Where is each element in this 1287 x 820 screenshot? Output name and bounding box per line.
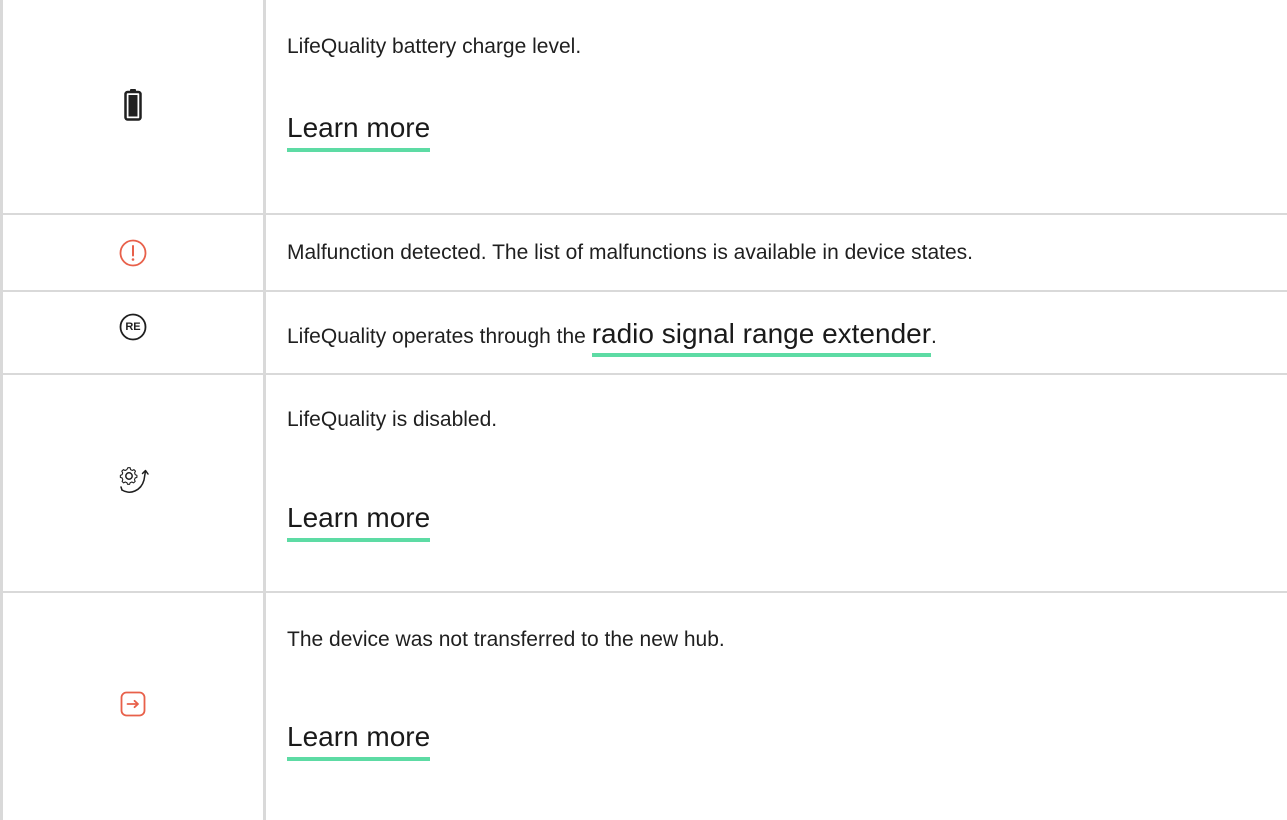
row-description: Malfunction detected. The list of malfun…: [287, 241, 973, 264]
row-description: LifeQuality is disabled.: [287, 408, 498, 431]
row-description: LifeQuality battery charge level.: [287, 35, 582, 58]
table-row: RE LifeQuality operates through the radi…: [3, 292, 1287, 375]
range-extender-icon: RE: [119, 313, 147, 341]
range-extender-icon-label: RE: [125, 320, 141, 333]
learn-more-link[interactable]: Learn more: [287, 110, 431, 152]
text-cell: Malfunction detected. The list of malfun…: [287, 215, 1280, 290]
text-cell: LifeQuality operates through the radio s…: [287, 292, 1280, 373]
table-row: LifeQuality is disabled. Learn more: [3, 375, 1287, 593]
row-description: LifeQuality operates through the radio s…: [287, 316, 937, 357]
icon-cell: [3, 215, 266, 290]
row-description: The device was not transferred to the ne…: [287, 628, 725, 651]
description-suffix: .: [931, 325, 937, 348]
not-transferred-icon: [120, 691, 146, 717]
text-cell: LifeQuality is disabled. Learn more: [287, 375, 1280, 591]
table-row: Malfunction detected. The list of malfun…: [3, 215, 1287, 292]
range-extender-link[interactable]: radio signal range extender: [591, 318, 932, 357]
malfunction-alert-icon: [119, 239, 147, 267]
table-row: The device was not transferred to the ne…: [3, 593, 1287, 820]
icon-cell: [3, 375, 266, 591]
icon-cell: [3, 0, 266, 213]
text-cell: The device was not transferred to the ne…: [287, 593, 1280, 820]
table-row: LifeQuality battery charge level. Learn …: [3, 0, 1287, 215]
battery-icon: [124, 88, 142, 121]
device-icons-table: LifeQuality battery charge level. Learn …: [0, 0, 1287, 820]
learn-more-link[interactable]: Learn more: [287, 500, 431, 542]
description-prefix: LifeQuality operates through the: [287, 325, 592, 348]
text-cell: LifeQuality battery charge level. Learn …: [287, 0, 1280, 213]
icon-cell: [3, 593, 266, 820]
device-disabled-icon: [116, 464, 150, 496]
icon-cell: RE: [3, 292, 266, 373]
learn-more-link[interactable]: Learn more: [287, 719, 431, 761]
